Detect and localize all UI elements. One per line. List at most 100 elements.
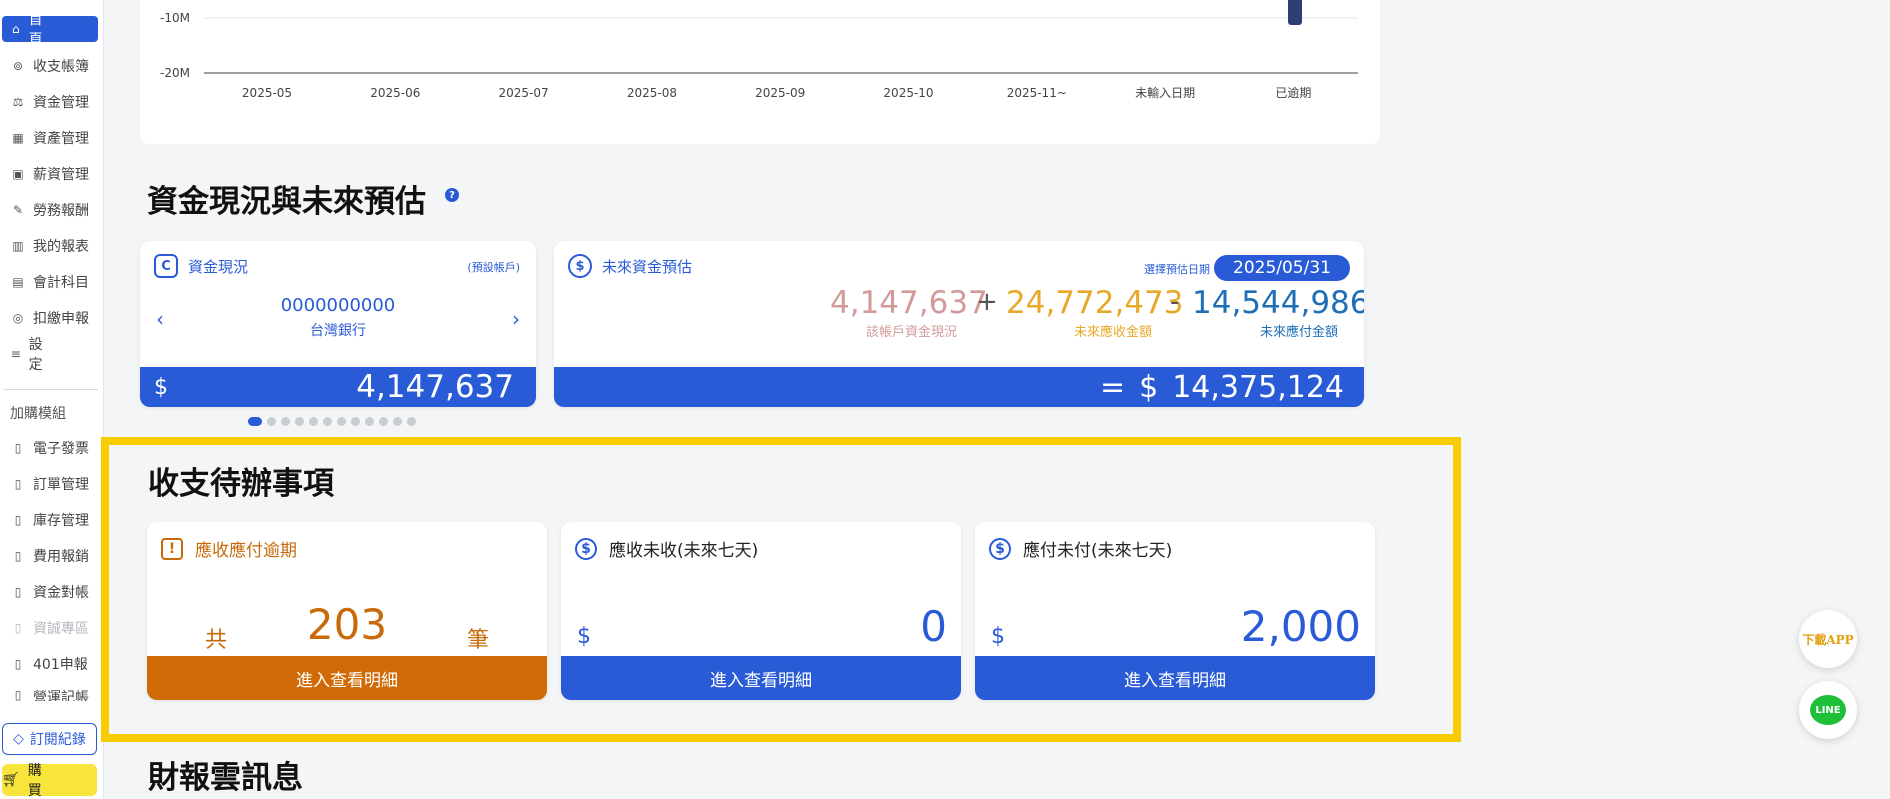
module-icon: ▯ (14, 621, 22, 635)
payable-detail-button[interactable]: 進入查看明細 (975, 656, 1375, 700)
cart-icon: 🛒︎ (2, 772, 20, 788)
overdue-title: 應收應付逾期 (195, 541, 297, 561)
overdue-detail-button[interactable]: 進入查看明細 (147, 656, 547, 700)
ytick-label: -10M (160, 11, 190, 25)
settings-icon: ≡ (10, 347, 21, 361)
sidebar-item-fund[interactable]: ⚖ 資金管理 (2, 89, 98, 115)
ytick-label: -20M (160, 66, 190, 80)
carousel-dot[interactable] (365, 417, 374, 426)
sidebar-item-expense[interactable]: ▯ 費用報銷 (2, 543, 98, 569)
sidebar: ⌂ 首 頁 ⊚ 收支帳簿 ⚖ 資金管理 ▦ 資產管理 ▣ 薪資管理 ✎ 勞務報酬… (0, 0, 104, 799)
sidebar-item-orders[interactable]: ▯ 訂單管理 (2, 471, 98, 497)
sidebar-item-reconcile[interactable]: ▯ 資金對帳 (2, 579, 98, 605)
carousel-dot[interactable] (309, 417, 318, 426)
sidebar-item-home[interactable]: ⌂ 首 頁 (2, 12, 98, 48)
carousel-dot[interactable] (267, 417, 276, 426)
plus-sign: + (976, 287, 998, 317)
future-current-value: 4,147,637 (830, 285, 988, 321)
download-app-button[interactable]: 下載APP (1799, 610, 1857, 668)
sidebar-item-withholding[interactable]: ◎ 扣繳申報 (2, 305, 98, 331)
withholding-icon: ◎ (12, 311, 24, 325)
xtick-group: 2025-05 2025-06 2025-07 2025-08 2025-09 2025-… (242, 85, 1311, 100)
help-icon[interactable]: ? (445, 188, 459, 202)
buy-button[interactable]: 🛒︎ 購 買 (2, 763, 97, 799)
module-icon: ▯ (14, 688, 22, 701)
chevron-left-icon[interactable]: ‹ (156, 307, 164, 331)
carousel-dot[interactable] (379, 417, 388, 426)
module-icon: ▯ (14, 657, 22, 671)
line-button[interactable]: LINE (1799, 681, 1857, 739)
cashflow-chart: -10M -20M 2025-05 2025-06 2025-07 2025-08 20… (160, 0, 1358, 100)
future-header: $ 未來資金預估 (568, 254, 692, 278)
sidebar-item-label: 扣繳申報 (33, 311, 89, 327)
sidebar-item-report[interactable]: ▥ 我的報表 (2, 233, 98, 259)
cash-amount: 4,147,637 (356, 369, 514, 405)
xtick-label: 2025-11~ (1007, 86, 1067, 100)
carousel-dot[interactable] (248, 417, 262, 426)
carousel-dot[interactable] (323, 417, 332, 426)
count-suffix: 筆 (467, 628, 490, 653)
home-icon: ⌂ (11, 22, 20, 36)
future-current-label: 該帳戶資金現況 (866, 325, 958, 340)
carousel-dot[interactable] (407, 417, 416, 426)
sidebar-item-label: 營運記帳 (33, 690, 89, 701)
xtick-label: 2025-08 (627, 86, 677, 100)
sidebar-item-account[interactable]: ▤ 會計科目 (2, 269, 98, 295)
date-picker[interactable]: 2025/05/31 (1214, 255, 1350, 281)
sidebar-item-settings[interactable]: ≡ 設 定 (2, 337, 98, 373)
sidebar-item-operations[interactable]: ▯ 營運記帳 (2, 687, 98, 701)
carousel-dot[interactable] (337, 417, 346, 426)
sidebar-item-label: 資金管理 (33, 95, 89, 111)
news-section-title: 財報雲訊息 (148, 760, 303, 796)
equals-sign: = (1099, 369, 1126, 405)
cash-icon: C (154, 254, 178, 278)
sidebar-item-inventory[interactable]: ▯ 庫存管理 (2, 507, 98, 533)
xtick-label: 2025-09 (755, 86, 805, 100)
subscription-label: 訂閱紀錄 (29, 732, 86, 748)
cash-current-title: 資金現況 (188, 257, 249, 276)
cash-current-header: C 資金現況 (154, 254, 248, 278)
sidebar-addon-title: 加購模組 (10, 406, 66, 422)
module-icon: ▯ (14, 549, 22, 563)
cash-section-title: 資金現況與未來預估 (147, 184, 426, 220)
payable-header: $ 應付未付(未來七天) (989, 536, 1172, 561)
bar-overdue (1288, 0, 1302, 25)
future-payable-label: 未來應付金額 (1260, 325, 1339, 340)
sidebar-item-asset[interactable]: ▦ 資產管理 (2, 125, 98, 151)
payable-card: $ 應付未付(未來七天) $ 2,000 進入查看明細 (975, 522, 1375, 700)
sidebar-item-ledger[interactable]: ⊚ 收支帳簿 (2, 53, 98, 79)
receivable-title: 應收未收(未來七天) (609, 541, 759, 561)
minus-sign: - (1170, 287, 1180, 317)
carousel-dot[interactable] (393, 417, 402, 426)
chevron-right-icon[interactable]: › (512, 307, 520, 331)
xtick-label: 2025-10 (883, 86, 933, 100)
subscription-button[interactable]: ◇ 訂閱紀錄 (2, 723, 97, 755)
money-cycle-icon: $ (575, 537, 597, 560)
fund-icon: ⚖ (12, 95, 24, 109)
carousel-dot[interactable] (295, 417, 304, 426)
sidebar-item-labor[interactable]: ✎ 勞務報酬 (2, 197, 98, 223)
future-result: 14,375,124 (1172, 369, 1344, 405)
xtick-label: 2025-05 (242, 86, 292, 100)
todo-section-title: 收支待辦事項 (148, 466, 334, 502)
alert-calendar-icon: ! (161, 537, 183, 560)
sidebar-item-label: 設 定 (28, 337, 93, 373)
future-receivable-label: 未來應收金額 (1074, 325, 1153, 340)
carousel-dot[interactable] (351, 417, 360, 426)
account-number: 0000000000 (280, 295, 396, 316)
currency-symbol: $ (991, 624, 1005, 649)
receivable-detail-button[interactable]: 進入查看明細 (561, 656, 961, 700)
carousel-dot[interactable] (281, 417, 290, 426)
salary-icon: ▣ (12, 167, 24, 181)
sidebar-item-einvoice[interactable]: ▯ 電子發票 (2, 435, 98, 461)
sidebar-item-salary[interactable]: ▣ 薪資管理 (2, 161, 98, 187)
sidebar-item-label: 庫存管理 (33, 513, 89, 529)
future-title: 未來資金預估 (602, 257, 693, 276)
sidebar-item-label: 我的報表 (33, 239, 89, 255)
sidebar-item-label: 401申報 (33, 657, 88, 673)
cash-current-card: C 資金現況 (預設帳戶) 0000000000 台灣銀行 ‹ › $ 4,14… (140, 241, 536, 407)
diamond-icon: ◇ (13, 731, 24, 747)
sidebar-item-401[interactable]: ▯ 401申報 (2, 651, 98, 677)
xtick-label: 未輸入日期 (1135, 85, 1195, 100)
payable-amount: 2,000 (1240, 602, 1361, 651)
